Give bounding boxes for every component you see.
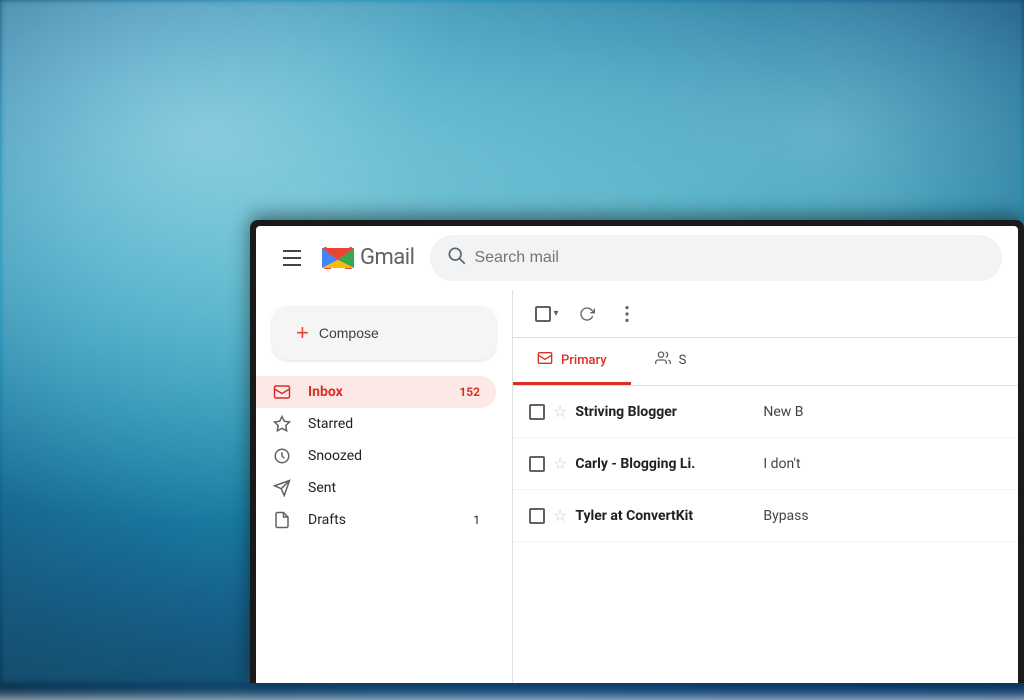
- email-row[interactable]: ☆ Tyler at ConvertKit Bypass: [513, 490, 1018, 542]
- drafts-icon: [272, 510, 292, 530]
- gmail-app: Gmail +: [256, 226, 1018, 683]
- chevron-down-icon: ▾: [553, 308, 558, 319]
- select-all-button[interactable]: ▾: [529, 296, 565, 332]
- drafts-label: Drafts: [308, 512, 457, 528]
- people-icon: [655, 350, 671, 366]
- gmail-main: ▾: [512, 290, 1018, 683]
- compose-label: Compose: [319, 325, 379, 341]
- sent-icon: [272, 478, 292, 498]
- email-row[interactable]: ☆ Striving Blogger New B: [513, 386, 1018, 438]
- search-input[interactable]: [474, 249, 986, 267]
- email-sender-1: Striving Blogger: [575, 404, 755, 420]
- sent-label: Sent: [308, 480, 464, 496]
- tab-primary[interactable]: Primary: [513, 338, 631, 385]
- hamburger-line-3: [283, 264, 301, 266]
- email-subject-2: I don't: [763, 456, 1002, 472]
- email-row[interactable]: ☆ Carly - Blogging Li. I don't: [513, 438, 1018, 490]
- inbox-icon: [272, 382, 292, 402]
- tab-social[interactable]: S: [631, 338, 711, 385]
- laptop-screen: Gmail +: [256, 226, 1018, 683]
- sidebar-item-inbox[interactable]: Inbox 152: [256, 376, 496, 408]
- gmail-logo: Gmail: [320, 240, 414, 276]
- email-list: ☆ Striving Blogger New B ☆ Carly - Blogg…: [513, 386, 1018, 683]
- hamburger-button[interactable]: [272, 238, 312, 278]
- email-star-1[interactable]: ☆: [553, 402, 567, 421]
- email-subject-1: New B: [763, 404, 1002, 420]
- search-icon: [446, 245, 466, 270]
- email-tabs: Primary S: [513, 338, 1018, 386]
- inbox-label: Inbox: [308, 384, 443, 400]
- gmail-body: + Compose Inbox 152: [256, 290, 1018, 683]
- gmail-header: Gmail: [256, 226, 1018, 290]
- primary-tab-label: Primary: [561, 353, 607, 368]
- snoozed-label: Snoozed: [308, 448, 464, 464]
- compose-button[interactable]: + Compose: [272, 306, 496, 360]
- hamburger-line-1: [283, 250, 301, 252]
- hamburger-line-2: [283, 257, 301, 259]
- inbox-tab-icon: [537, 350, 553, 366]
- refresh-button[interactable]: [569, 296, 605, 332]
- gmail-sidebar: + Compose Inbox 152: [256, 290, 512, 683]
- more-options-icon: [625, 306, 629, 322]
- email-star-3[interactable]: ☆: [553, 506, 567, 525]
- social-tab-icon: [655, 350, 671, 370]
- email-toolbar: ▾: [513, 290, 1018, 338]
- starred-label: Starred: [308, 416, 464, 432]
- refresh-icon: [579, 306, 595, 322]
- inbox-badge: 152: [459, 385, 480, 399]
- sidebar-item-snoozed[interactable]: Snoozed: [256, 440, 496, 472]
- compose-plus-icon: +: [296, 322, 309, 344]
- laptop-frame: Gmail +: [250, 220, 1024, 683]
- email-checkbox-1[interactable]: [529, 404, 545, 420]
- social-tab-label: S: [679, 353, 687, 368]
- email-checkbox-2[interactable]: [529, 456, 545, 472]
- sidebar-item-drafts[interactable]: Drafts 1: [256, 504, 496, 536]
- primary-tab-icon: [537, 350, 553, 370]
- select-checkbox-icon: [535, 306, 551, 322]
- gmail-wordmark: Gmail: [360, 245, 414, 270]
- drafts-badge: 1: [473, 513, 480, 527]
- search-bar[interactable]: [430, 235, 1002, 281]
- gmail-m-icon: [320, 240, 356, 276]
- sidebar-item-sent[interactable]: Sent: [256, 472, 496, 504]
- sidebar-item-starred[interactable]: Starred: [256, 408, 496, 440]
- email-star-2[interactable]: ☆: [553, 454, 567, 473]
- email-sender-3: Tyler at ConvertKit: [575, 508, 755, 524]
- email-subject-3: Bypass: [763, 508, 1002, 524]
- snoozed-icon: [272, 446, 292, 466]
- email-sender-2: Carly - Blogging Li.: [575, 456, 755, 472]
- more-options-button[interactable]: [609, 296, 645, 332]
- star-icon: [272, 414, 292, 434]
- email-checkbox-3[interactable]: [529, 508, 545, 524]
